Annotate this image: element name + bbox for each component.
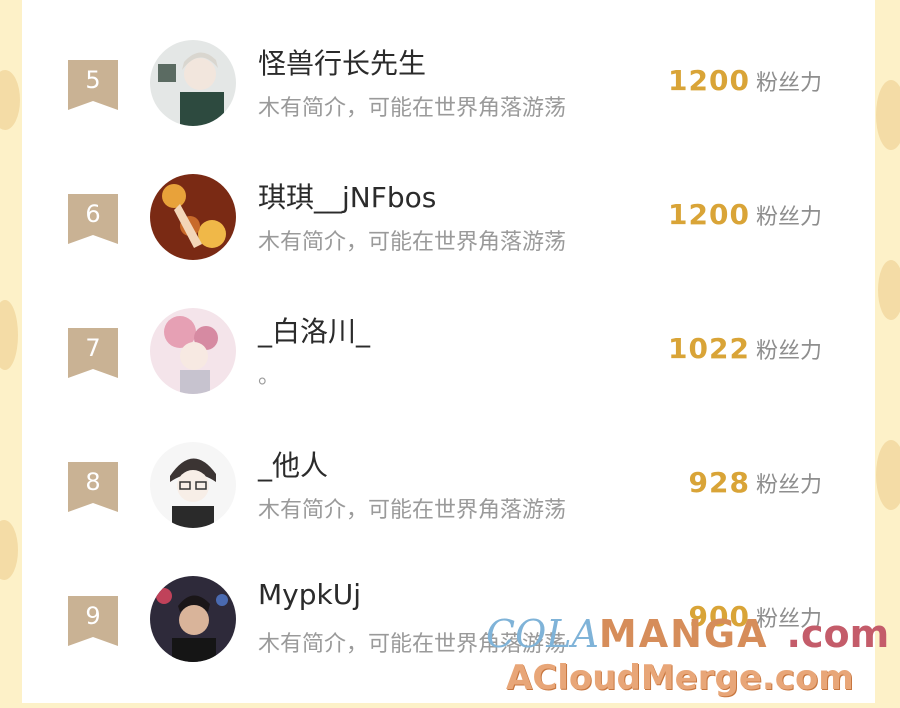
background-pattern-blob bbox=[876, 80, 900, 150]
avatar[interactable] bbox=[150, 308, 236, 394]
rank-badge: 6 bbox=[68, 194, 118, 244]
avatar-image bbox=[150, 576, 236, 662]
fan-power-unit: 粉丝力 bbox=[755, 71, 822, 96]
avatar[interactable] bbox=[150, 174, 236, 260]
avatar-image bbox=[150, 174, 236, 260]
user-name[interactable]: 怪兽行长先生 bbox=[258, 42, 426, 82]
ranking-row[interactable]: 9 MypkUj 木有简介，可能在世界角落游荡 900 粉丝力 bbox=[22, 574, 875, 708]
fan-power-value: 1022 bbox=[668, 332, 750, 365]
ranking-row[interactable]: 6 琪琪__jNFbos 木有简介，可能在世界角落游荡 1200 粉丝力 bbox=[22, 172, 875, 306]
fan-power: 1022 粉丝力 bbox=[668, 332, 822, 365]
avatar[interactable] bbox=[150, 442, 236, 528]
avatar[interactable] bbox=[150, 40, 236, 126]
ranking-row[interactable]: 7 _白洛川_ 。 1022 粉丝力 bbox=[22, 306, 875, 440]
rank-badge: 7 bbox=[68, 328, 118, 378]
fan-power-value: 1200 bbox=[668, 64, 750, 97]
fan-power-unit: 粉丝力 bbox=[755, 339, 822, 364]
fan-power-value: 928 bbox=[688, 466, 750, 499]
fan-power: 1200 粉丝力 bbox=[668, 64, 822, 97]
fan-ranking-list: 5 怪兽行长先生 木有简介，可能在世界角落游荡 1200 粉丝力 6 琪琪__j… bbox=[22, 0, 875, 703]
user-bio: 木有简介，可能在世界角落游荡 bbox=[258, 230, 567, 255]
background-pattern-blob bbox=[878, 260, 900, 320]
user-name[interactable]: _白洛川_ bbox=[258, 310, 370, 350]
ranking-row[interactable]: 5 怪兽行长先生 木有简介，可能在世界角落游荡 1200 粉丝力 bbox=[22, 38, 875, 172]
fan-power-value: 1200 bbox=[668, 198, 750, 231]
user-bio: 木有简介，可能在世界角落游荡 bbox=[258, 96, 567, 121]
background-pattern-blob bbox=[876, 440, 900, 510]
background-pattern-blob bbox=[0, 70, 20, 130]
fan-power: 928 粉丝力 bbox=[689, 466, 822, 499]
user-name[interactable]: _他人 bbox=[258, 444, 328, 484]
rank-badge: 8 bbox=[68, 462, 118, 512]
user-name[interactable]: MypkUj bbox=[258, 578, 361, 611]
ranking-row[interactable]: 8 _他人 木有简介，可能在世界角落游荡 928 粉丝力 bbox=[22, 440, 875, 574]
fan-power-value: 900 bbox=[688, 600, 750, 633]
user-bio: 木有简介，可能在世界角落游荡 bbox=[258, 498, 567, 523]
fan-power-unit: 粉丝力 bbox=[755, 473, 822, 498]
user-bio: 。 bbox=[258, 364, 281, 389]
avatar-image bbox=[150, 308, 236, 394]
user-name[interactable]: 琪琪__jNFbos bbox=[258, 176, 436, 216]
avatar[interactable] bbox=[150, 576, 236, 662]
avatar-image bbox=[150, 442, 236, 528]
background-pattern-blob bbox=[0, 300, 18, 370]
avatar-image bbox=[150, 40, 236, 126]
background-pattern-blob bbox=[0, 520, 18, 580]
rank-badge: 5 bbox=[68, 60, 118, 110]
fan-power: 1200 粉丝力 bbox=[668, 198, 822, 231]
fan-power: 900 粉丝力 bbox=[689, 600, 822, 633]
rank-badge: 9 bbox=[68, 596, 118, 646]
fan-power-unit: 粉丝力 bbox=[755, 607, 822, 632]
fan-power-unit: 粉丝力 bbox=[755, 205, 822, 230]
user-bio: 木有简介，可能在世界角落游荡 bbox=[258, 632, 567, 657]
